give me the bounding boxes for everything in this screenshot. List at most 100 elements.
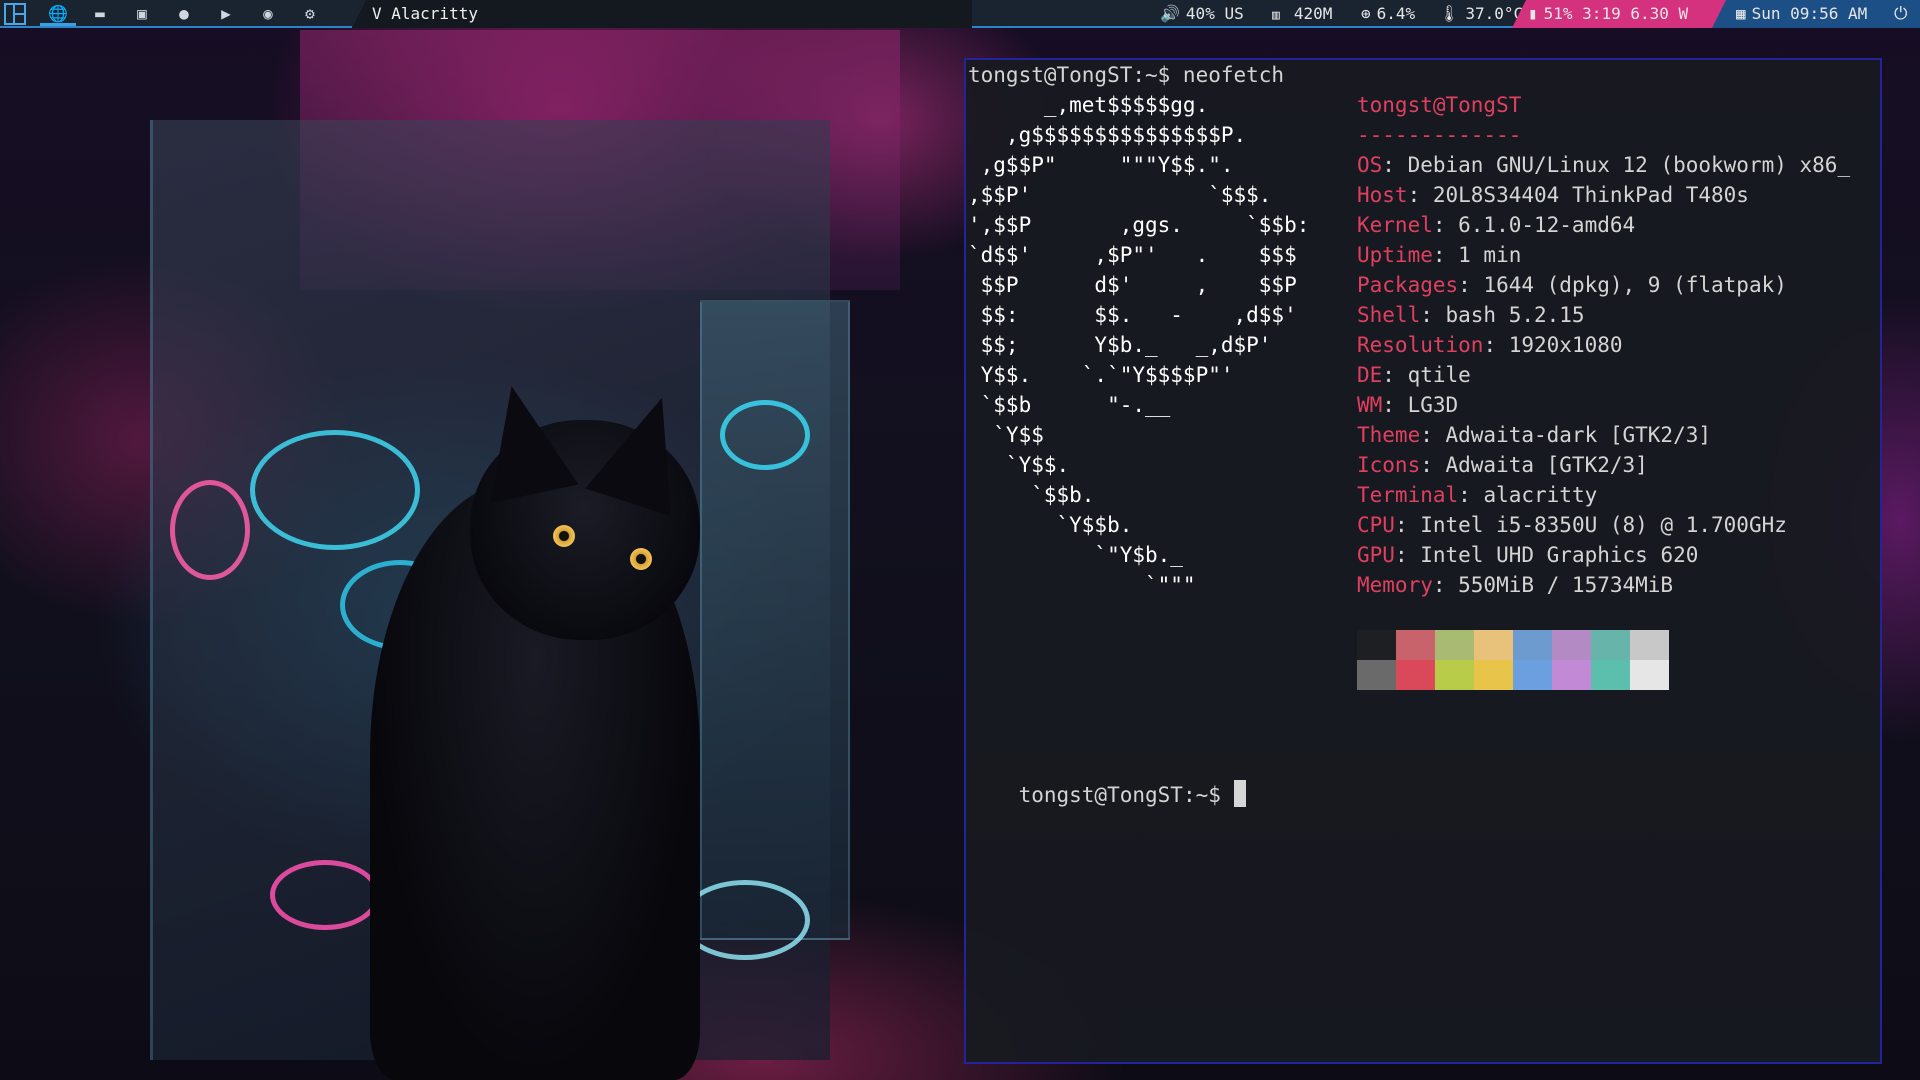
info-row: Resolution: 1920x1080 bbox=[1357, 330, 1623, 360]
palette-swatch bbox=[1396, 630, 1435, 660]
palette-swatch bbox=[1591, 660, 1630, 690]
thermometer-icon: 🌡 bbox=[1439, 4, 1460, 23]
clock-line: ▦ Sun 09:56 AM bbox=[1736, 0, 1867, 28]
clock-widget[interactable]: ▦ Sun 09:56 AM ⏻ bbox=[1712, 0, 1920, 28]
window-title: V Alacritty bbox=[352, 0, 972, 28]
prompt-text: tongst@TongST:~$ bbox=[1018, 783, 1234, 807]
info-row: Terminal: alacritty bbox=[1357, 480, 1597, 510]
info-value: : Adwaita-dark [GTK2/3] bbox=[1420, 423, 1712, 447]
globe-icon[interactable]: 🌐 bbox=[40, 0, 76, 26]
info-row: Kernel: 6.1.0-12-amd64 bbox=[1357, 210, 1635, 240]
ascii-logo-line: `"Y$b._ bbox=[968, 543, 1183, 567]
wallpaper-graffiti-swirl bbox=[270, 860, 380, 930]
terminal-icon[interactable]: ▣ bbox=[124, 0, 160, 26]
wallpaper-graffiti-swirl bbox=[720, 400, 810, 470]
palette-swatch bbox=[1552, 660, 1591, 690]
alacritty-terminal-window[interactable]: tongst@TongST:~$ neofetch _,met$$$$$gg. … bbox=[964, 58, 1882, 1064]
info-value: : Debian GNU/Linux 12 (bookworm) x86_ bbox=[1382, 153, 1851, 177]
ascii-logo-line: ',$$P ,ggs. `$$b: bbox=[968, 213, 1310, 237]
info-value: : 20L8S34404 ThinkPad T480s bbox=[1407, 183, 1749, 207]
info-row: GPU: Intel UHD Graphics 620 bbox=[1357, 540, 1698, 570]
info-key: CPU bbox=[1357, 513, 1395, 537]
palette-swatch bbox=[1552, 630, 1591, 660]
volume-text: 40% US bbox=[1185, 4, 1244, 23]
info-key: Host bbox=[1357, 183, 1408, 207]
ascii-logo-line: `Y$$ bbox=[968, 423, 1044, 447]
top-bar: 🌐 ▬ ▣ ● ▶ ◉ ⚙ V Alacritty 🔊 40% US ▥ 420M ⊕ 6.4% … bbox=[0, 0, 1920, 28]
volume-widget[interactable]: 🔊 40% US bbox=[1160, 0, 1244, 28]
ascii-logo-line: `""" bbox=[968, 573, 1196, 597]
palette-swatch bbox=[1396, 660, 1435, 690]
palette-swatch bbox=[1474, 630, 1513, 660]
command-line: tongst@TongST:~$ neofetch bbox=[968, 63, 1285, 87]
palette-swatch bbox=[1357, 660, 1396, 690]
ascii-logo-line: ,g$$$$$$$$$$$$$$$P. bbox=[968, 123, 1247, 147]
chat-icon[interactable]: ● bbox=[166, 0, 202, 26]
video-icon[interactable]: ▶ bbox=[208, 0, 244, 26]
battery-icon: ▮ bbox=[1528, 4, 1538, 23]
info-row: Memory: 550MiB / 15734MiB bbox=[1357, 570, 1673, 600]
power-icon[interactable]: ⏻ bbox=[1894, 0, 1907, 28]
info-value: : bash 5.2.15 bbox=[1420, 303, 1585, 327]
wallpaper-cat-eye bbox=[553, 525, 575, 547]
info-key: Kernel bbox=[1357, 213, 1433, 237]
info-key: Uptime bbox=[1357, 243, 1433, 267]
ascii-logo-line: Y$$. `.`"Y$$$$P"' bbox=[968, 363, 1234, 387]
palette-swatch bbox=[1630, 630, 1669, 660]
info-key: GPU bbox=[1357, 543, 1395, 567]
ascii-logo-line: $$P d$' , $$P bbox=[968, 273, 1297, 297]
palette-swatch bbox=[1591, 630, 1630, 660]
ascii-logo-line: `d$$' ,$P"' . $$$ bbox=[968, 243, 1297, 267]
info-value: : Intel UHD Graphics 620 bbox=[1394, 543, 1699, 567]
palette-swatch bbox=[1513, 630, 1552, 660]
info-value: : 1644 (dpkg), 9 (flatpak) bbox=[1458, 273, 1787, 297]
info-value: : 1 min bbox=[1432, 243, 1522, 267]
cpu-widget: ⊕ 6.4% bbox=[1361, 0, 1415, 28]
window-title-text: V Alacritty bbox=[372, 4, 478, 23]
speaker-icon: 🔊 bbox=[1160, 4, 1180, 23]
info-value: : 6.1.0-12-amd64 bbox=[1432, 213, 1636, 237]
info-value: : alacritty bbox=[1458, 483, 1598, 507]
memory-chip-icon: ▥ bbox=[1272, 8, 1280, 23]
folder-icon[interactable]: ▬ bbox=[82, 0, 118, 26]
ascii-logo-line: `Y$$b. bbox=[968, 513, 1133, 537]
wallpaper-cat-eye bbox=[630, 548, 652, 570]
ascii-logo-line: ,g$$P" """Y$$.". bbox=[968, 153, 1234, 177]
info-key: Memory bbox=[1357, 573, 1433, 597]
ascii-logo-line: `Y$$. bbox=[968, 453, 1070, 477]
temperature-widget: 🌡 37.0°C bbox=[1439, 0, 1523, 28]
wallpaper-graffiti-swirl bbox=[250, 430, 420, 550]
palette-swatch bbox=[1630, 660, 1669, 690]
info-row: WM: LG3D bbox=[1357, 390, 1458, 420]
layout-icon[interactable] bbox=[4, 3, 26, 25]
info-value: : LG3D bbox=[1382, 393, 1459, 417]
ascii-logo-line: ,$$P' `$$$. bbox=[968, 183, 1272, 207]
palette-swatch bbox=[1474, 660, 1513, 690]
info-key: WM bbox=[1357, 393, 1383, 417]
memory-text: 420M bbox=[1293, 4, 1333, 23]
prompt-line[interactable]: tongst@TongST:~$ bbox=[968, 750, 1246, 840]
info-row: Theme: Adwaita-dark [GTK2/3] bbox=[1357, 420, 1711, 450]
info-row: Packages: 1644 (dpkg), 9 (flatpak) bbox=[1357, 270, 1787, 300]
ascii-logo-line: $$; Y$b._ _,d$P' bbox=[968, 333, 1272, 357]
palette-swatch bbox=[1513, 660, 1552, 690]
palette-swatch bbox=[1435, 630, 1474, 660]
ascii-logo-line: `$$b "-.__ bbox=[968, 393, 1171, 417]
info-row: Icons: Adwaita [GTK2/3] bbox=[1357, 450, 1648, 480]
info-value: : Intel i5-8350U (8) @ 1.700GHz bbox=[1394, 513, 1787, 537]
info-key: DE bbox=[1357, 363, 1383, 387]
info-value: : 550MiB / 15734MiB bbox=[1432, 573, 1674, 597]
info-key: OS bbox=[1357, 153, 1383, 177]
palette-swatch bbox=[1357, 630, 1396, 660]
calendar-icon: ▦ bbox=[1736, 4, 1746, 23]
user-host-line: tongst@TongST bbox=[1357, 93, 1522, 117]
gear-icon[interactable]: ⚙ bbox=[292, 0, 328, 26]
ascii-logo-line: _,met$$$$$gg. bbox=[968, 93, 1209, 117]
battery-line: ▮ 51% 3:19 6.30 W bbox=[1528, 0, 1688, 28]
wallpaper-graffiti-swirl bbox=[170, 480, 250, 580]
ascii-logo-line: `$$b. bbox=[968, 483, 1095, 507]
gamepad-icon[interactable]: ◉ bbox=[250, 0, 286, 26]
palette-swatch bbox=[1435, 660, 1474, 690]
battery-text: 51% 3:19 6.30 W bbox=[1543, 4, 1689, 23]
memory-widget: ▥ 420M bbox=[1272, 0, 1332, 28]
